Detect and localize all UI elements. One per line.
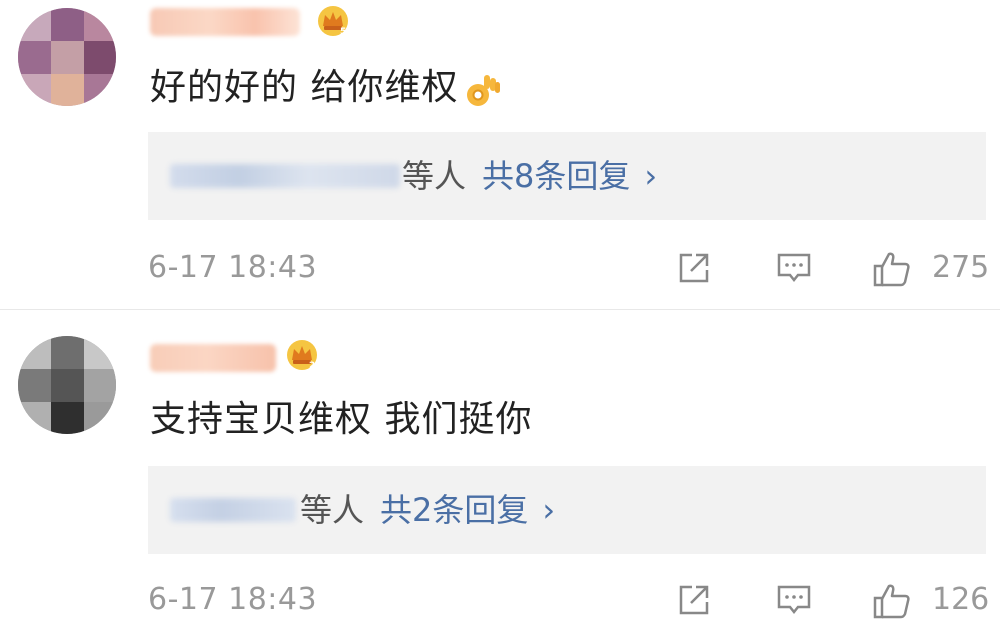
timestamp: 6-17 18:43 xyxy=(148,582,318,617)
avatar[interactable] xyxy=(18,336,116,434)
comment-text: 好的好的 给你维权 xyxy=(150,66,502,110)
ok-hand-icon xyxy=(467,75,501,106)
thumbs-up-icon[interactable] xyxy=(872,582,912,620)
reply-count-link[interactable]: 共8条回复 xyxy=(482,157,630,195)
thumbs-up-icon[interactable] xyxy=(872,250,912,288)
replier-names xyxy=(170,498,296,522)
reply-count-link[interactable]: 共2条回复 xyxy=(380,491,528,529)
comment-meta: 6-17 18:43 275 xyxy=(148,246,990,290)
share-icon[interactable] xyxy=(676,582,712,618)
svg-text:5: 5 xyxy=(340,27,346,37)
username[interactable] xyxy=(150,344,276,372)
reply-summary: 等人 共8条回复 › xyxy=(402,154,657,198)
comment-meta: 6-17 18:43 126 xyxy=(148,578,990,622)
reply-preview[interactable]: 等人 共8条回复 › xyxy=(148,132,986,220)
comment-text-content: 支持宝贝维权 我们挺你 xyxy=(150,399,533,440)
comment-icon[interactable] xyxy=(776,250,812,286)
avatar[interactable] xyxy=(18,8,116,106)
like-count: 275 xyxy=(932,250,990,285)
reply-summary: 等人 共2条回复 › xyxy=(300,488,555,532)
comment-text: 支持宝贝维权 我们挺你 xyxy=(150,398,532,442)
reply-prefix: 等人 xyxy=(402,157,467,195)
share-icon[interactable] xyxy=(676,250,712,286)
comment-icon[interactable] xyxy=(776,582,812,618)
username[interactable] xyxy=(150,8,300,36)
comment-item: 2 支持宝贝维权 我们挺你 等人 共2条回复 › 6-17 18:43 126 xyxy=(0,310,1000,619)
like-count: 126 xyxy=(932,582,990,617)
svg-text:2: 2 xyxy=(309,361,315,371)
crown-icon: 2 xyxy=(287,340,317,371)
reply-prefix: 等人 xyxy=(300,491,365,529)
chevron-right-icon[interactable]: › xyxy=(644,157,657,195)
timestamp: 6-17 18:43 xyxy=(148,250,318,285)
comment-text-content: 好的好的 给你维权 xyxy=(150,67,459,108)
reply-preview[interactable]: 等人 共2条回复 › xyxy=(148,466,986,554)
replier-names xyxy=(170,164,400,188)
chevron-right-icon[interactable]: › xyxy=(542,491,555,529)
comment-item: 5 好的好的 给你维权 等人 共8条回复 › 6-17 18:43 275 xyxy=(0,0,1000,310)
crown-icon: 5 xyxy=(318,6,348,37)
